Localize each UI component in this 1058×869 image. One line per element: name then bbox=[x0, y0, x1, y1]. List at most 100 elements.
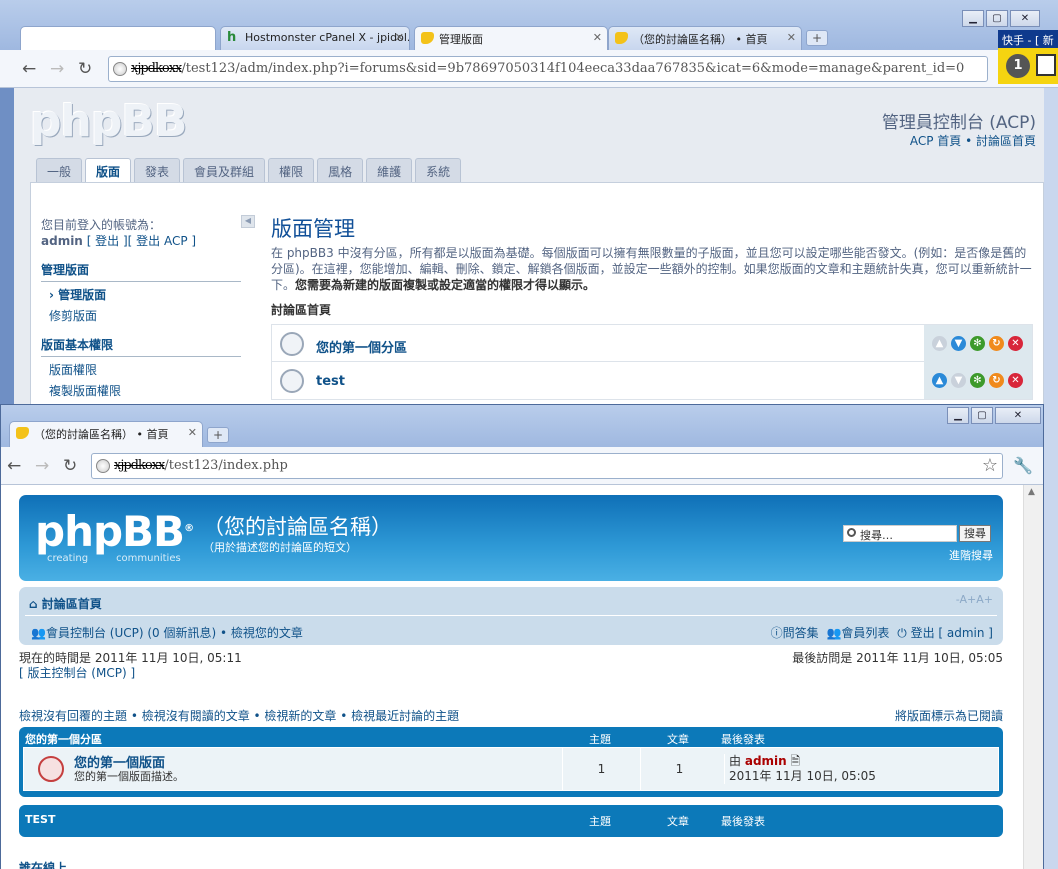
user-icon: 👥 bbox=[31, 626, 46, 640]
close-window-icon[interactable]: ✕ bbox=[995, 407, 1041, 424]
acp-tab-maintenance[interactable]: 維護 bbox=[366, 158, 413, 182]
acp-tab-permissions[interactable]: 權限 bbox=[268, 158, 315, 182]
logout-links[interactable]: [ 登出 ][ 登出 ACP ] bbox=[87, 234, 196, 248]
browser-toolbar: ← → ↻ xjpdkoxx/test123/adm/index.php?i=f… bbox=[0, 50, 1058, 88]
advanced-search-link[interactable]: 進階搜尋 bbox=[949, 547, 993, 563]
power-icon: ⏻ bbox=[897, 626, 907, 640]
new-tab-button[interactable]: + bbox=[207, 427, 229, 443]
who-is-online-heading[interactable]: 誰在線上 bbox=[19, 859, 67, 869]
sidebar-item-forum-permissions[interactable]: 版面權限 bbox=[41, 357, 241, 378]
category-header: TEST 主題 文章 最後發表 bbox=[25, 813, 765, 828]
address-bar[interactable]: xjpdkoxx/test123/adm/index.php?i=forums&… bbox=[108, 56, 988, 82]
forum-name-link[interactable]: test bbox=[316, 374, 345, 389]
members-link[interactable]: 👥會員列表 bbox=[826, 626, 889, 640]
acp-tab-forums[interactable]: 版面 bbox=[85, 158, 132, 182]
maximize-icon[interactable]: ▢ bbox=[971, 407, 993, 424]
members-icon: 👥 bbox=[826, 626, 842, 640]
close-tab-icon[interactable]: ✕ bbox=[395, 31, 404, 44]
forum-controls: ▲ ▼ ✻ ↻ ✕ bbox=[924, 325, 1032, 362]
last-post: 由 admin 🗎 2011年 11月 10日, 05:05 bbox=[724, 754, 876, 784]
author-link[interactable]: admin bbox=[745, 754, 787, 768]
sidebar-item-prune-forums[interactable]: 修剪版面 bbox=[41, 303, 241, 324]
collapse-sidebar-icon[interactable]: ◀ bbox=[241, 215, 255, 228]
acp-tab-users-groups[interactable]: 會員及群組 bbox=[183, 158, 266, 182]
bookmark-star-icon[interactable]: ☆ bbox=[982, 455, 998, 476]
sidebar-item-copy-permissions[interactable]: 複製版面權限 bbox=[41, 378, 241, 399]
resync-icon[interactable]: ↻ bbox=[989, 336, 1004, 351]
mcp-link[interactable]: [ 版主控制台 (MCP) ] bbox=[19, 666, 1003, 681]
acp-links[interactable]: ACP 首頁 • 討論區首頁 bbox=[910, 132, 1036, 149]
phpbb-favicon-icon bbox=[615, 32, 628, 44]
forum-row: 您的第一個版面 您的第一個版面描述。 1 1 由 admin 🗎 2011年 1… bbox=[23, 747, 999, 791]
close-window-icon[interactable]: ✕ bbox=[1010, 10, 1040, 27]
hostmonster-icon: h bbox=[227, 30, 237, 45]
acp-panel: 您目前登入的帳號為： admin [ 登出 ][ 登出 ACP ] 管理版面 ›… bbox=[30, 182, 1044, 408]
site-name: （您的討論區名稱） bbox=[203, 515, 392, 539]
home-icon: ⌂ bbox=[29, 597, 38, 611]
forum-row: 您的第一個分區 ▲ ▼ ✻ ↻ ✕ bbox=[271, 324, 1033, 362]
forum-controls: ▲ ▼ ✻ ↻ ✕ bbox=[924, 362, 1032, 399]
tab-forum-index[interactable]: （您的討論區名稱） • 首頁 ✕ bbox=[9, 421, 203, 447]
close-tab-icon[interactable]: ✕ bbox=[787, 31, 796, 44]
scrollbar[interactable]: ▲ bbox=[1023, 485, 1043, 869]
minimize-icon[interactable]: ▁ bbox=[962, 10, 984, 27]
faq-link[interactable]: ⓘ問答集 bbox=[771, 626, 819, 640]
reload-icon[interactable]: ↻ bbox=[78, 59, 92, 79]
delete-icon[interactable]: ✕ bbox=[1008, 336, 1023, 351]
tab-manage-forums[interactable]: 管理版面 ✕ bbox=[414, 26, 608, 51]
search-links: 檢視沒有回覆的主題 • 檢視沒有閱讀的文章 • 檢視新的文章 • 檢視最近討論的… bbox=[19, 707, 1003, 724]
resync-icon[interactable]: ↻ bbox=[989, 373, 1004, 388]
phpbb-favicon-icon bbox=[421, 32, 434, 44]
forum-header: phpBB® creating communities （您的討論區名稱） （用於… bbox=[19, 495, 1003, 581]
back-arrow-icon[interactable]: ← bbox=[22, 59, 36, 79]
close-tab-icon[interactable]: ✕ bbox=[593, 31, 602, 44]
forum-name-link[interactable]: 您的第一個分區 bbox=[316, 337, 407, 356]
tab-hostmonster[interactable]: h Hostmonster cPanel X - jpidol.c ✕ bbox=[220, 26, 410, 50]
quick-search-links[interactable]: 檢視沒有回覆的主題 • 檢視沒有閱讀的文章 • 檢視新的文章 • 檢視最近討論的… bbox=[19, 709, 459, 723]
acp-tab-system[interactable]: 系統 bbox=[415, 158, 462, 182]
phpbb-logo[interactable]: phpBB® bbox=[35, 507, 194, 556]
close-tab-icon[interactable]: ✕ bbox=[188, 426, 197, 439]
browser-titlebar: h Hostmonster cPanel X - jpidol.c ✕ 管理版面… bbox=[0, 0, 1058, 51]
address-bar[interactable]: xjpdkoxx/test123/index.php ☆ bbox=[91, 453, 1003, 479]
delete-icon[interactable]: ✕ bbox=[1008, 373, 1023, 388]
acp-tab-styles[interactable]: 風格 bbox=[317, 158, 364, 182]
topic-count: 1 bbox=[562, 748, 640, 791]
forward-arrow-icon[interactable]: → bbox=[50, 59, 64, 79]
globe-icon bbox=[96, 459, 110, 473]
globe-icon bbox=[113, 62, 127, 76]
ucp-link[interactable]: 👥會員控制台 (UCP) (0 個新訊息) • 檢視您的文章 bbox=[31, 624, 303, 641]
forward-arrow-icon[interactable]: → bbox=[35, 456, 49, 476]
move-up-icon[interactable]: ▲ bbox=[932, 373, 947, 388]
phpbb-logo: phpBB bbox=[30, 96, 187, 147]
back-arrow-icon[interactable]: ← bbox=[7, 456, 21, 476]
minimize-icon[interactable]: ▁ bbox=[947, 407, 969, 424]
settings-gear-icon[interactable]: ✻ bbox=[970, 336, 985, 351]
wrench-icon[interactable]: 🔧 bbox=[1013, 456, 1033, 475]
reload-icon[interactable]: ↻ bbox=[63, 456, 77, 476]
tab-blank[interactable] bbox=[20, 26, 216, 50]
view-latest-post-icon[interactable]: 🗎 bbox=[791, 754, 801, 768]
scroll-up-icon[interactable]: ▲ bbox=[1028, 487, 1035, 497]
tab-forum-index[interactable]: （您的討論區名稱） • 首頁 ✕ bbox=[608, 26, 802, 50]
category-name[interactable]: 您的第一個分區 bbox=[25, 731, 102, 747]
search-button[interactable]: 搜尋 bbox=[959, 525, 991, 542]
category-name[interactable]: TEST bbox=[25, 813, 55, 826]
quick-panel-number[interactable]: 1 bbox=[1006, 54, 1030, 78]
new-tab-button[interactable]: + bbox=[806, 30, 828, 46]
quick-panel-app-icon[interactable] bbox=[1036, 54, 1056, 76]
breadcrumb[interactable]: 討論區首頁 bbox=[271, 301, 1033, 318]
breadcrumb[interactable]: ⌂ 討論區首頁 bbox=[29, 595, 102, 612]
maximize-icon[interactable]: ▢ bbox=[986, 10, 1008, 27]
move-down-icon[interactable]: ▼ bbox=[951, 336, 966, 351]
forum-folder-icon bbox=[280, 369, 304, 393]
acp-tab-posting[interactable]: 發表 bbox=[134, 158, 181, 182]
logout-link[interactable]: ⏻ 登出 [ admin ] bbox=[897, 626, 993, 640]
acp-tab-general[interactable]: 一般 bbox=[36, 158, 83, 182]
settings-gear-icon[interactable]: ✻ bbox=[970, 373, 985, 388]
search-input[interactable]: 搜尋… bbox=[843, 525, 957, 542]
sidebar-item-manage-forums[interactable]: › 管理版面 bbox=[41, 282, 241, 303]
font-size-control[interactable]: -A+A+ bbox=[956, 593, 993, 606]
mark-read-link[interactable]: 將版面標示為已閱讀 bbox=[895, 707, 1003, 724]
time-info: 現在的時間是 2011年 11月 10日, 05:11 [ 版主控制台 (MCP… bbox=[19, 651, 1003, 681]
